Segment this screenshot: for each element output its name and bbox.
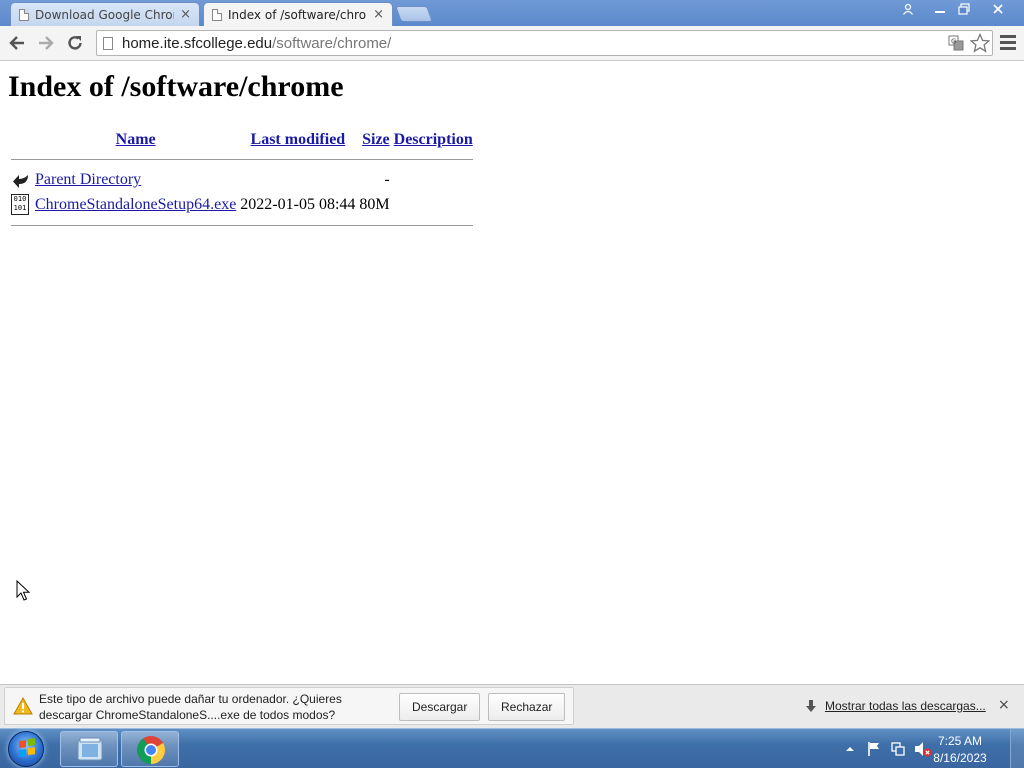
download-arrow-icon xyxy=(806,700,816,712)
clock-date[interactable]: 8/16/2023 xyxy=(920,751,1000,765)
hamburger-menu-icon[interactable] xyxy=(998,32,1018,54)
svg-text:G: G xyxy=(951,38,956,46)
row-name-cell[interactable]: ChromeStandaloneSetup64.exe xyxy=(34,193,237,216)
chrome-icon xyxy=(137,736,165,764)
row-description-cell xyxy=(393,193,474,216)
translate-icon[interactable]: G xyxy=(948,35,964,55)
table-row: 010 101 ChromeStandaloneSetup64.exe 2022-… xyxy=(10,193,474,216)
tab-download-google-chrome[interactable]: Download Google Chrome × xyxy=(10,2,200,26)
taskbar-file-explorer[interactable] xyxy=(60,731,118,767)
windows-taskbar: 7:25 AM 8/16/2023 xyxy=(0,728,1024,768)
warning-message: Este tipo de archivo puede dañar tu orde… xyxy=(39,691,379,723)
row-size-cell: 80M xyxy=(359,195,390,213)
page-icon xyxy=(19,8,29,21)
file-explorer-icon xyxy=(77,737,103,761)
sort-by-last-modified-link[interactable]: Last modified xyxy=(251,131,346,148)
warning-line-2: descargar ChromeStandaloneS....exe de to… xyxy=(39,708,336,722)
binary-file-icon: 010 101 xyxy=(10,193,32,216)
tab-title: Index of /software/chrome xyxy=(228,7,367,22)
table-header-row: Name Last modified Size Description xyxy=(10,130,474,150)
network-icon[interactable] xyxy=(890,741,906,757)
close-download-bar-icon[interactable]: × xyxy=(998,697,1010,713)
column-icon-header xyxy=(10,130,32,150)
separator-row xyxy=(10,218,474,233)
parent-directory-link[interactable]: Parent Directory xyxy=(35,171,141,188)
start-button[interactable] xyxy=(8,731,44,767)
page-title: Index of /software/chrome xyxy=(8,70,344,103)
browser-toolbar: home.ite.sfcollege.edu/software/chrome/ … xyxy=(0,26,1024,61)
arrow-right-icon[interactable] xyxy=(35,32,57,54)
row-modified-cell: 2022-01-05 08:44 xyxy=(240,195,356,213)
show-desktop-button[interactable] xyxy=(1010,729,1024,768)
page-icon xyxy=(103,36,113,50)
url-host: home.ite.sfcollege.edu xyxy=(122,34,273,52)
divider xyxy=(11,225,473,226)
star-icon[interactable] xyxy=(969,32,991,57)
column-description-header[interactable]: Description xyxy=(393,130,474,150)
new-tab-button[interactable] xyxy=(395,6,433,22)
column-size-header[interactable]: Size xyxy=(358,130,390,150)
show-all-downloads-link[interactable]: Mostrar todas las descargas... xyxy=(825,699,986,713)
sort-by-name-link[interactable]: Name xyxy=(116,131,156,148)
clock-time[interactable]: 7:25 AM xyxy=(920,734,1000,748)
download-bar: Este tipo de archivo puede dañar tu orde… xyxy=(0,684,1024,728)
back-arrow-icon xyxy=(10,169,32,191)
row-description-cell xyxy=(393,169,474,191)
reload-icon[interactable] xyxy=(64,32,86,54)
taskbar-chrome[interactable] xyxy=(121,731,179,767)
browser-titlebar: Download Google Chrome × Index of /softw… xyxy=(0,0,1024,26)
download-warning: Este tipo de archivo puede dañar tu orde… xyxy=(4,687,574,725)
warning-line-1: Este tipo de archivo puede dañar tu orde… xyxy=(39,692,342,706)
warning-icon xyxy=(13,697,33,715)
arrow-left-icon[interactable] xyxy=(6,32,28,54)
windows-logo-icon xyxy=(19,738,35,757)
system-tray: 7:25 AM 8/16/2023 xyxy=(840,729,1024,768)
divider xyxy=(11,159,473,160)
restore-window-button[interactable] xyxy=(950,0,978,18)
separator-row xyxy=(10,152,474,167)
page-icon xyxy=(212,8,222,21)
row-modified-cell xyxy=(239,169,356,191)
mouse-cursor-icon xyxy=(16,580,31,601)
row-size-cell: - xyxy=(384,171,390,188)
column-modified-header[interactable]: Last modified xyxy=(239,130,356,150)
user-profile-icon[interactable] xyxy=(894,0,922,18)
download-discard-button[interactable]: Rechazar xyxy=(488,693,566,721)
column-name-header[interactable]: Name xyxy=(34,130,237,150)
show-hidden-icons-icon[interactable] xyxy=(845,744,855,754)
sort-by-size-link[interactable]: Size xyxy=(362,131,390,148)
table-row: Parent Directory - xyxy=(10,169,474,191)
url-path: /software/chrome/ xyxy=(272,34,392,52)
tab-close-icon[interactable]: × xyxy=(373,7,384,22)
page-content: Index of /software/chrome Name Last modi… xyxy=(0,62,1024,684)
close-window-button[interactable] xyxy=(984,0,1012,18)
directory-listing: Name Last modified Size Description Pare… xyxy=(8,128,476,235)
tab-index-software-chrome[interactable]: Index of /software/chrome × xyxy=(203,2,393,26)
action-center-flag-icon[interactable] xyxy=(866,741,882,757)
tab-title: Download Google Chrome xyxy=(35,7,174,22)
sort-by-description-link[interactable]: Description xyxy=(394,131,473,148)
row-name-cell[interactable]: Parent Directory xyxy=(34,169,237,191)
download-keep-button[interactable]: Descargar xyxy=(399,693,481,721)
address-bar[interactable]: home.ite.sfcollege.edu/software/chrome/ … xyxy=(96,30,993,56)
tab-close-icon[interactable]: × xyxy=(180,7,191,22)
file-link-chromestandalonesetup64[interactable]: ChromeStandaloneSetup64.exe xyxy=(35,196,236,213)
